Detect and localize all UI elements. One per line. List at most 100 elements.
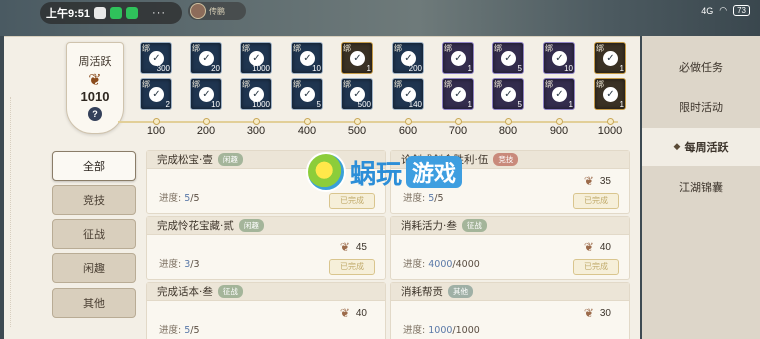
reward-quantity: 20 bbox=[211, 64, 220, 73]
category-tab[interactable]: 全部 bbox=[52, 151, 136, 181]
task-progress: 进度: 5/5 bbox=[159, 322, 200, 336]
bound-label: 绑 bbox=[343, 80, 351, 89]
wifi-icon: ◠ bbox=[719, 5, 728, 15]
task-progress: 进度: 5/5 bbox=[403, 190, 444, 204]
reward-item[interactable]: 绑 2 ✓ bbox=[140, 78, 172, 110]
activity-points: 1010 bbox=[80, 89, 110, 104]
reward-item[interactable]: 绑 200 ✓ bbox=[392, 42, 424, 74]
reward-quantity: 1 bbox=[619, 100, 624, 109]
avatar bbox=[190, 3, 206, 19]
app-notification-icon bbox=[94, 7, 107, 19]
completed-button[interactable]: 已完成 bbox=[329, 193, 375, 209]
bound-label: 绑 bbox=[192, 80, 200, 89]
category-tab[interactable]: 闲趣 bbox=[52, 253, 136, 283]
nav-item-3[interactable]: ◆ 每周活跃 bbox=[642, 128, 760, 166]
weekly-activity-badge: 周活跃 ❦ 1010 ? bbox=[66, 42, 124, 134]
reward-item[interactable]: 绑 1000 ✓ bbox=[240, 42, 272, 74]
milestone-label: 500 bbox=[347, 125, 367, 137]
category-tab[interactable]: 征战 bbox=[52, 219, 136, 249]
task-reward: ❦ 30 bbox=[584, 306, 611, 320]
milestone-dot bbox=[455, 118, 462, 125]
task-card: 论剑或剑会胜利·伍 竞技 进度: 5/5 ❦ 35 已完成 bbox=[390, 150, 630, 214]
reward-item[interactable]: 绑 300 ✓ bbox=[140, 42, 172, 74]
reward-column: 绑 300 ✓ 绑 2 ✓ bbox=[140, 42, 172, 110]
claimed-check-icon: ✓ bbox=[552, 87, 567, 102]
reward-column: 绑 1 ✓ 绑 500 ✓ bbox=[341, 42, 373, 110]
reward-item[interactable]: 绑 1 ✓ bbox=[594, 78, 626, 110]
nav-item-4[interactable]: 江湖锦囊 bbox=[642, 168, 760, 206]
completed-button[interactable]: 已完成 bbox=[573, 259, 619, 275]
reward-column: 绑 1000 ✓ 绑 1000 ✓ bbox=[240, 42, 272, 110]
progress-total: /3 bbox=[190, 259, 200, 270]
reward-item[interactable]: 绑 10 ✓ bbox=[543, 42, 575, 74]
completed-button[interactable]: 已完成 bbox=[329, 259, 375, 275]
bound-label: 绑 bbox=[494, 80, 502, 89]
nav-item-1[interactable]: 必做任务 bbox=[642, 48, 760, 86]
reward-item[interactable]: 绑 5 ✓ bbox=[291, 78, 323, 110]
reward-column: 绑 20 ✓ 绑 10 ✓ bbox=[190, 42, 222, 110]
nav-item-label: 限时活动 bbox=[679, 101, 723, 114]
progress-total: /5 bbox=[434, 193, 444, 204]
milestone-label: 200 bbox=[196, 125, 216, 137]
chat-chip[interactable]: 传鹏 bbox=[188, 2, 246, 20]
reward-item[interactable]: 绑 5 ✓ bbox=[492, 42, 524, 74]
claimed-check-icon: ✓ bbox=[552, 51, 567, 66]
bound-label: 绑 bbox=[192, 44, 200, 53]
reward-item[interactable]: 绑 10 ✓ bbox=[190, 78, 222, 110]
activity-bag-icon: ❦ bbox=[583, 306, 594, 320]
wechat-icon bbox=[110, 7, 123, 19]
category-tab[interactable]: 其他 bbox=[52, 288, 136, 318]
milestone-label: 300 bbox=[246, 125, 266, 137]
reward-item[interactable]: 绑 1 ✓ bbox=[543, 78, 575, 110]
reward-item[interactable]: 绑 1 ✓ bbox=[341, 42, 373, 74]
help-icon[interactable]: ? bbox=[88, 107, 102, 121]
claimed-check-icon: ✓ bbox=[350, 87, 365, 102]
claimed-check-icon: ✓ bbox=[149, 87, 164, 102]
nav-item-2[interactable]: 限时活动 bbox=[642, 88, 760, 126]
reward-item[interactable]: 绑 500 ✓ bbox=[341, 78, 373, 110]
progress-current: 1000 bbox=[428, 325, 453, 336]
milestone-dot bbox=[253, 118, 260, 125]
reward-item[interactable]: 绑 1000 ✓ bbox=[240, 78, 272, 110]
bound-label: 绑 bbox=[343, 44, 351, 53]
reward-item[interactable]: 绑 1 ✓ bbox=[442, 78, 474, 110]
reward-quantity: 5 bbox=[517, 100, 522, 109]
bound-label: 绑 bbox=[293, 44, 301, 53]
milestone-dot bbox=[607, 118, 614, 125]
task-header: 消耗活力·叁 征战 bbox=[391, 217, 629, 235]
reward-item[interactable]: 绑 1 ✓ bbox=[594, 42, 626, 74]
completed-button[interactable]: 已完成 bbox=[573, 193, 619, 209]
task-reward: ❦ 40 bbox=[584, 240, 611, 254]
task-title: 完成话本·叁 bbox=[157, 286, 213, 298]
task-card: 完成话本·叁 征战 进度: 5/5 ❦ 40 bbox=[146, 282, 386, 339]
bound-label: 绑 bbox=[242, 44, 250, 53]
signal-icon: 4G bbox=[701, 5, 714, 16]
reward-column: 绑 1 ✓ 绑 1 ✓ bbox=[442, 42, 474, 110]
reward-column: 绑 10 ✓ 绑 5 ✓ bbox=[291, 42, 323, 110]
bound-label: 绑 bbox=[142, 44, 150, 53]
reward-item[interactable]: 绑 5 ✓ bbox=[492, 78, 524, 110]
task-title: 消耗帮贡 bbox=[401, 286, 443, 298]
claimed-check-icon: ✓ bbox=[300, 51, 315, 66]
claimed-check-icon: ✓ bbox=[401, 51, 416, 66]
reward-item[interactable]: 绑 10 ✓ bbox=[291, 42, 323, 74]
milestone-label: 100 bbox=[146, 125, 166, 137]
category-tab[interactable]: 竞技 bbox=[52, 185, 136, 215]
badge-title: 周活跃 bbox=[78, 55, 112, 68]
task-card: 消耗活力·叁 征战 进度: 4000/4000 ❦ 40 已完成 bbox=[390, 216, 630, 280]
reward-item[interactable]: 绑 140 ✓ bbox=[392, 78, 424, 110]
reward-item[interactable]: 绑 1 ✓ bbox=[442, 42, 474, 74]
progress-track bbox=[118, 121, 618, 123]
milestone-dot bbox=[304, 118, 311, 125]
claimed-check-icon: ✓ bbox=[603, 87, 618, 102]
progress-total: /4000 bbox=[452, 259, 480, 270]
reward-quantity: 10 bbox=[211, 100, 220, 109]
treasure-bag-icon: ❦ bbox=[88, 70, 102, 89]
reward-quantity: 10 bbox=[312, 64, 321, 73]
milestone-label: 800 bbox=[498, 125, 518, 137]
milestone-dot bbox=[203, 118, 210, 125]
activity-bag-icon: ❦ bbox=[339, 306, 350, 320]
active-marker-icon: ◆ bbox=[673, 142, 681, 152]
reward-item[interactable]: 绑 20 ✓ bbox=[190, 42, 222, 74]
bound-label: 绑 bbox=[494, 44, 502, 53]
